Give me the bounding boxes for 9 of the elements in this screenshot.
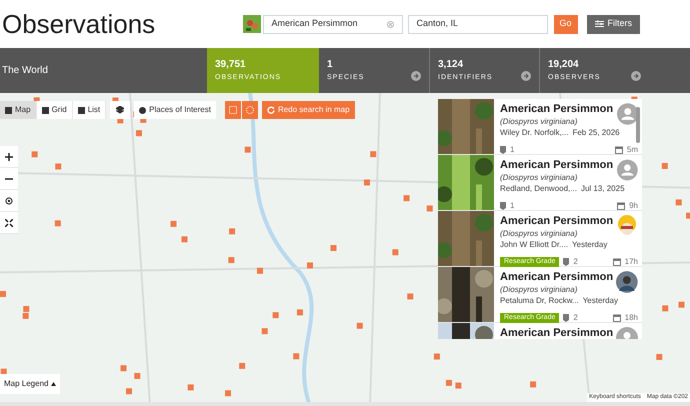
sliders-icon <box>594 20 604 28</box>
page-title: Observations <box>2 11 156 37</box>
place-name: The World <box>1 64 49 78</box>
arrow-icon <box>631 70 641 80</box>
filters-button[interactable]: Filters <box>586 14 640 34</box>
taxon-field[interactable]: American Persimmon <box>262 14 402 34</box>
arrow-icon <box>411 70 421 80</box>
arrow-icon <box>521 70 531 80</box>
place-field[interactable]: Canton, IL <box>408 14 548 34</box>
